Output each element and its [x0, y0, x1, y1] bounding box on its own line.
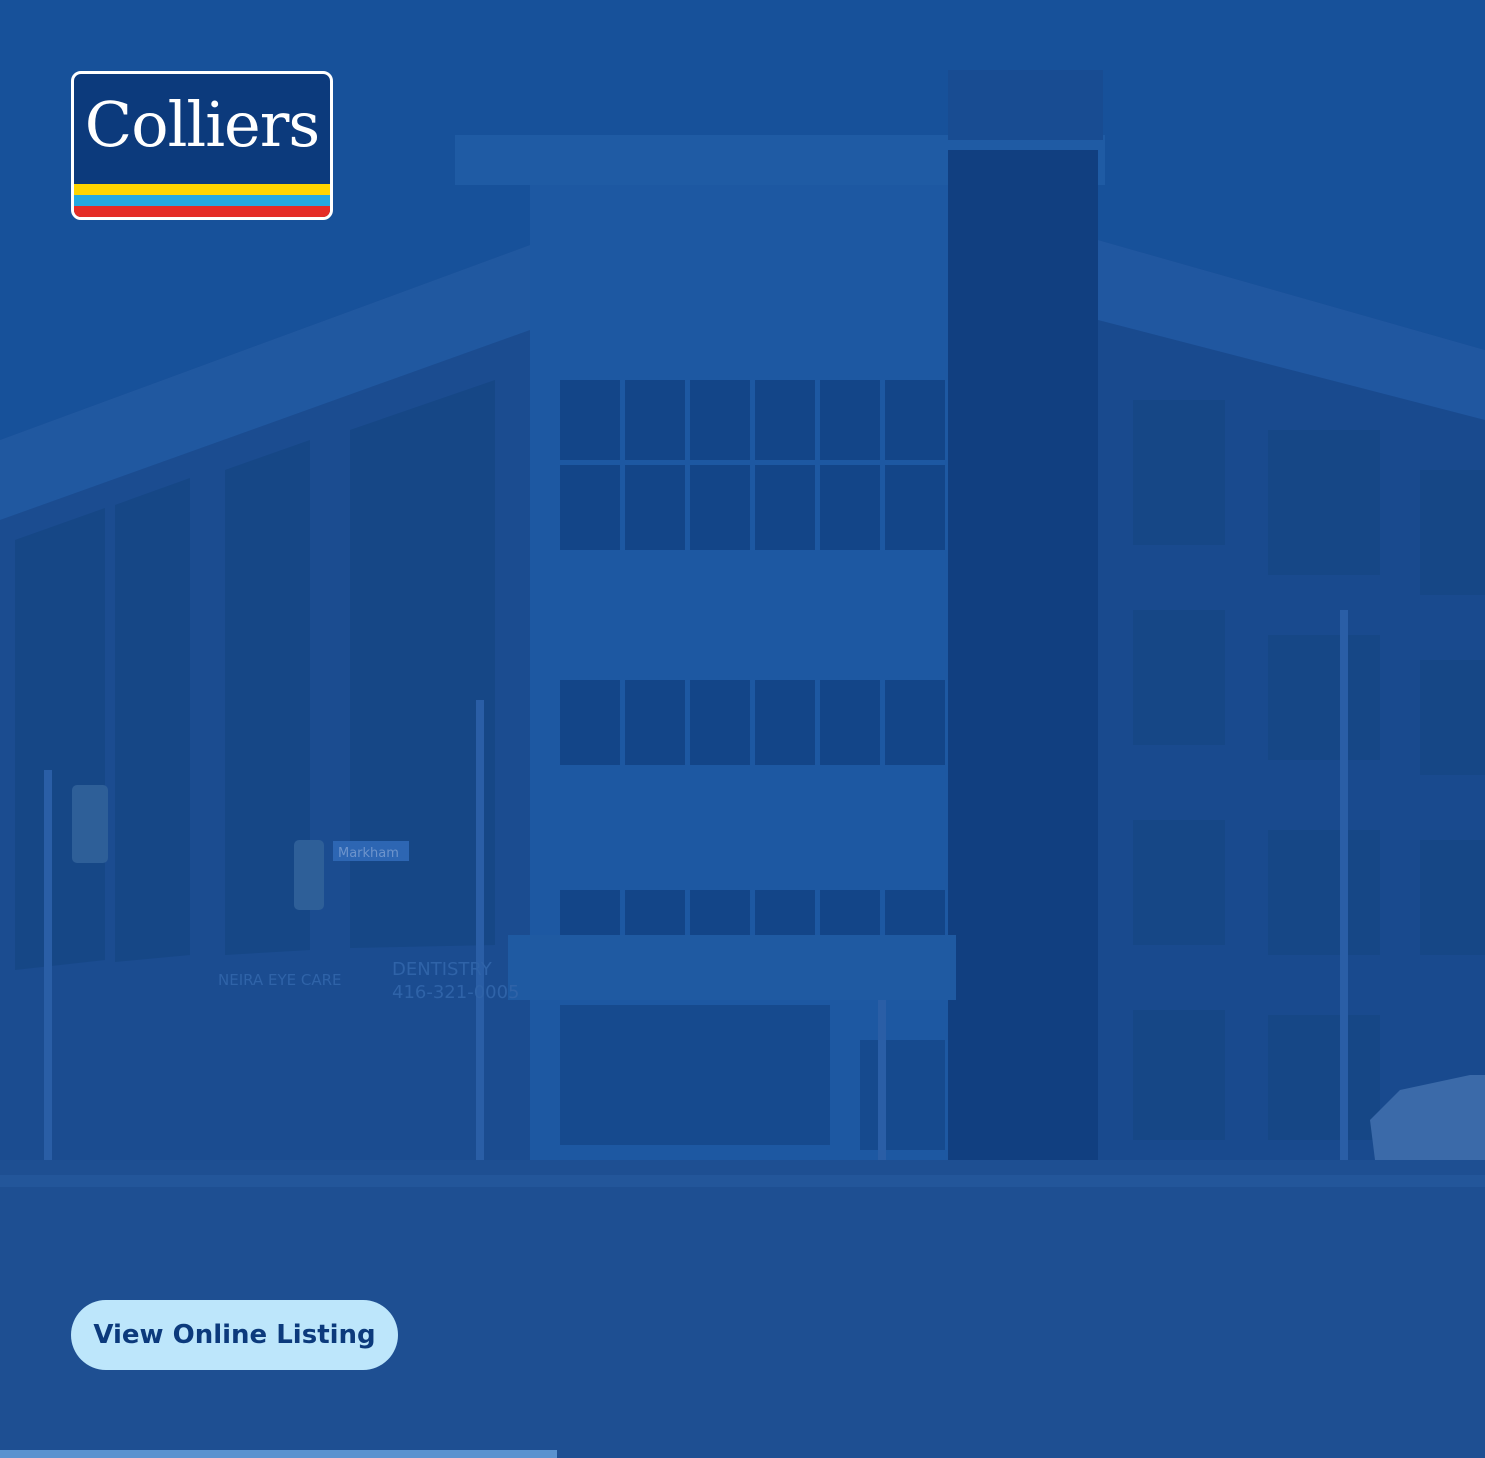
- eye-care-sign: NEIRA EYE CARE: [218, 971, 342, 989]
- dentistry-sign: DENTISTRY: [392, 959, 493, 980]
- street-sign-text: Markham: [338, 846, 399, 861]
- colliers-logo[interactable]: Colliers: [71, 71, 333, 220]
- logo-wordmark: Colliers: [84, 88, 320, 161]
- phone-sign: 416-321-0005: [392, 982, 520, 1003]
- logo-stripe-blue: [74, 195, 330, 206]
- logo-stripe-yellow: [74, 184, 330, 195]
- progress-fill: [0, 1450, 557, 1458]
- progress-bar: [0, 1450, 1485, 1458]
- listing-cover: Markham NEIRA EYE CARE DENTISTRY 416-321…: [0, 0, 1485, 1458]
- view-online-listing-button[interactable]: View Online Listing: [71, 1300, 398, 1370]
- logo-stripe-red: [74, 206, 330, 217]
